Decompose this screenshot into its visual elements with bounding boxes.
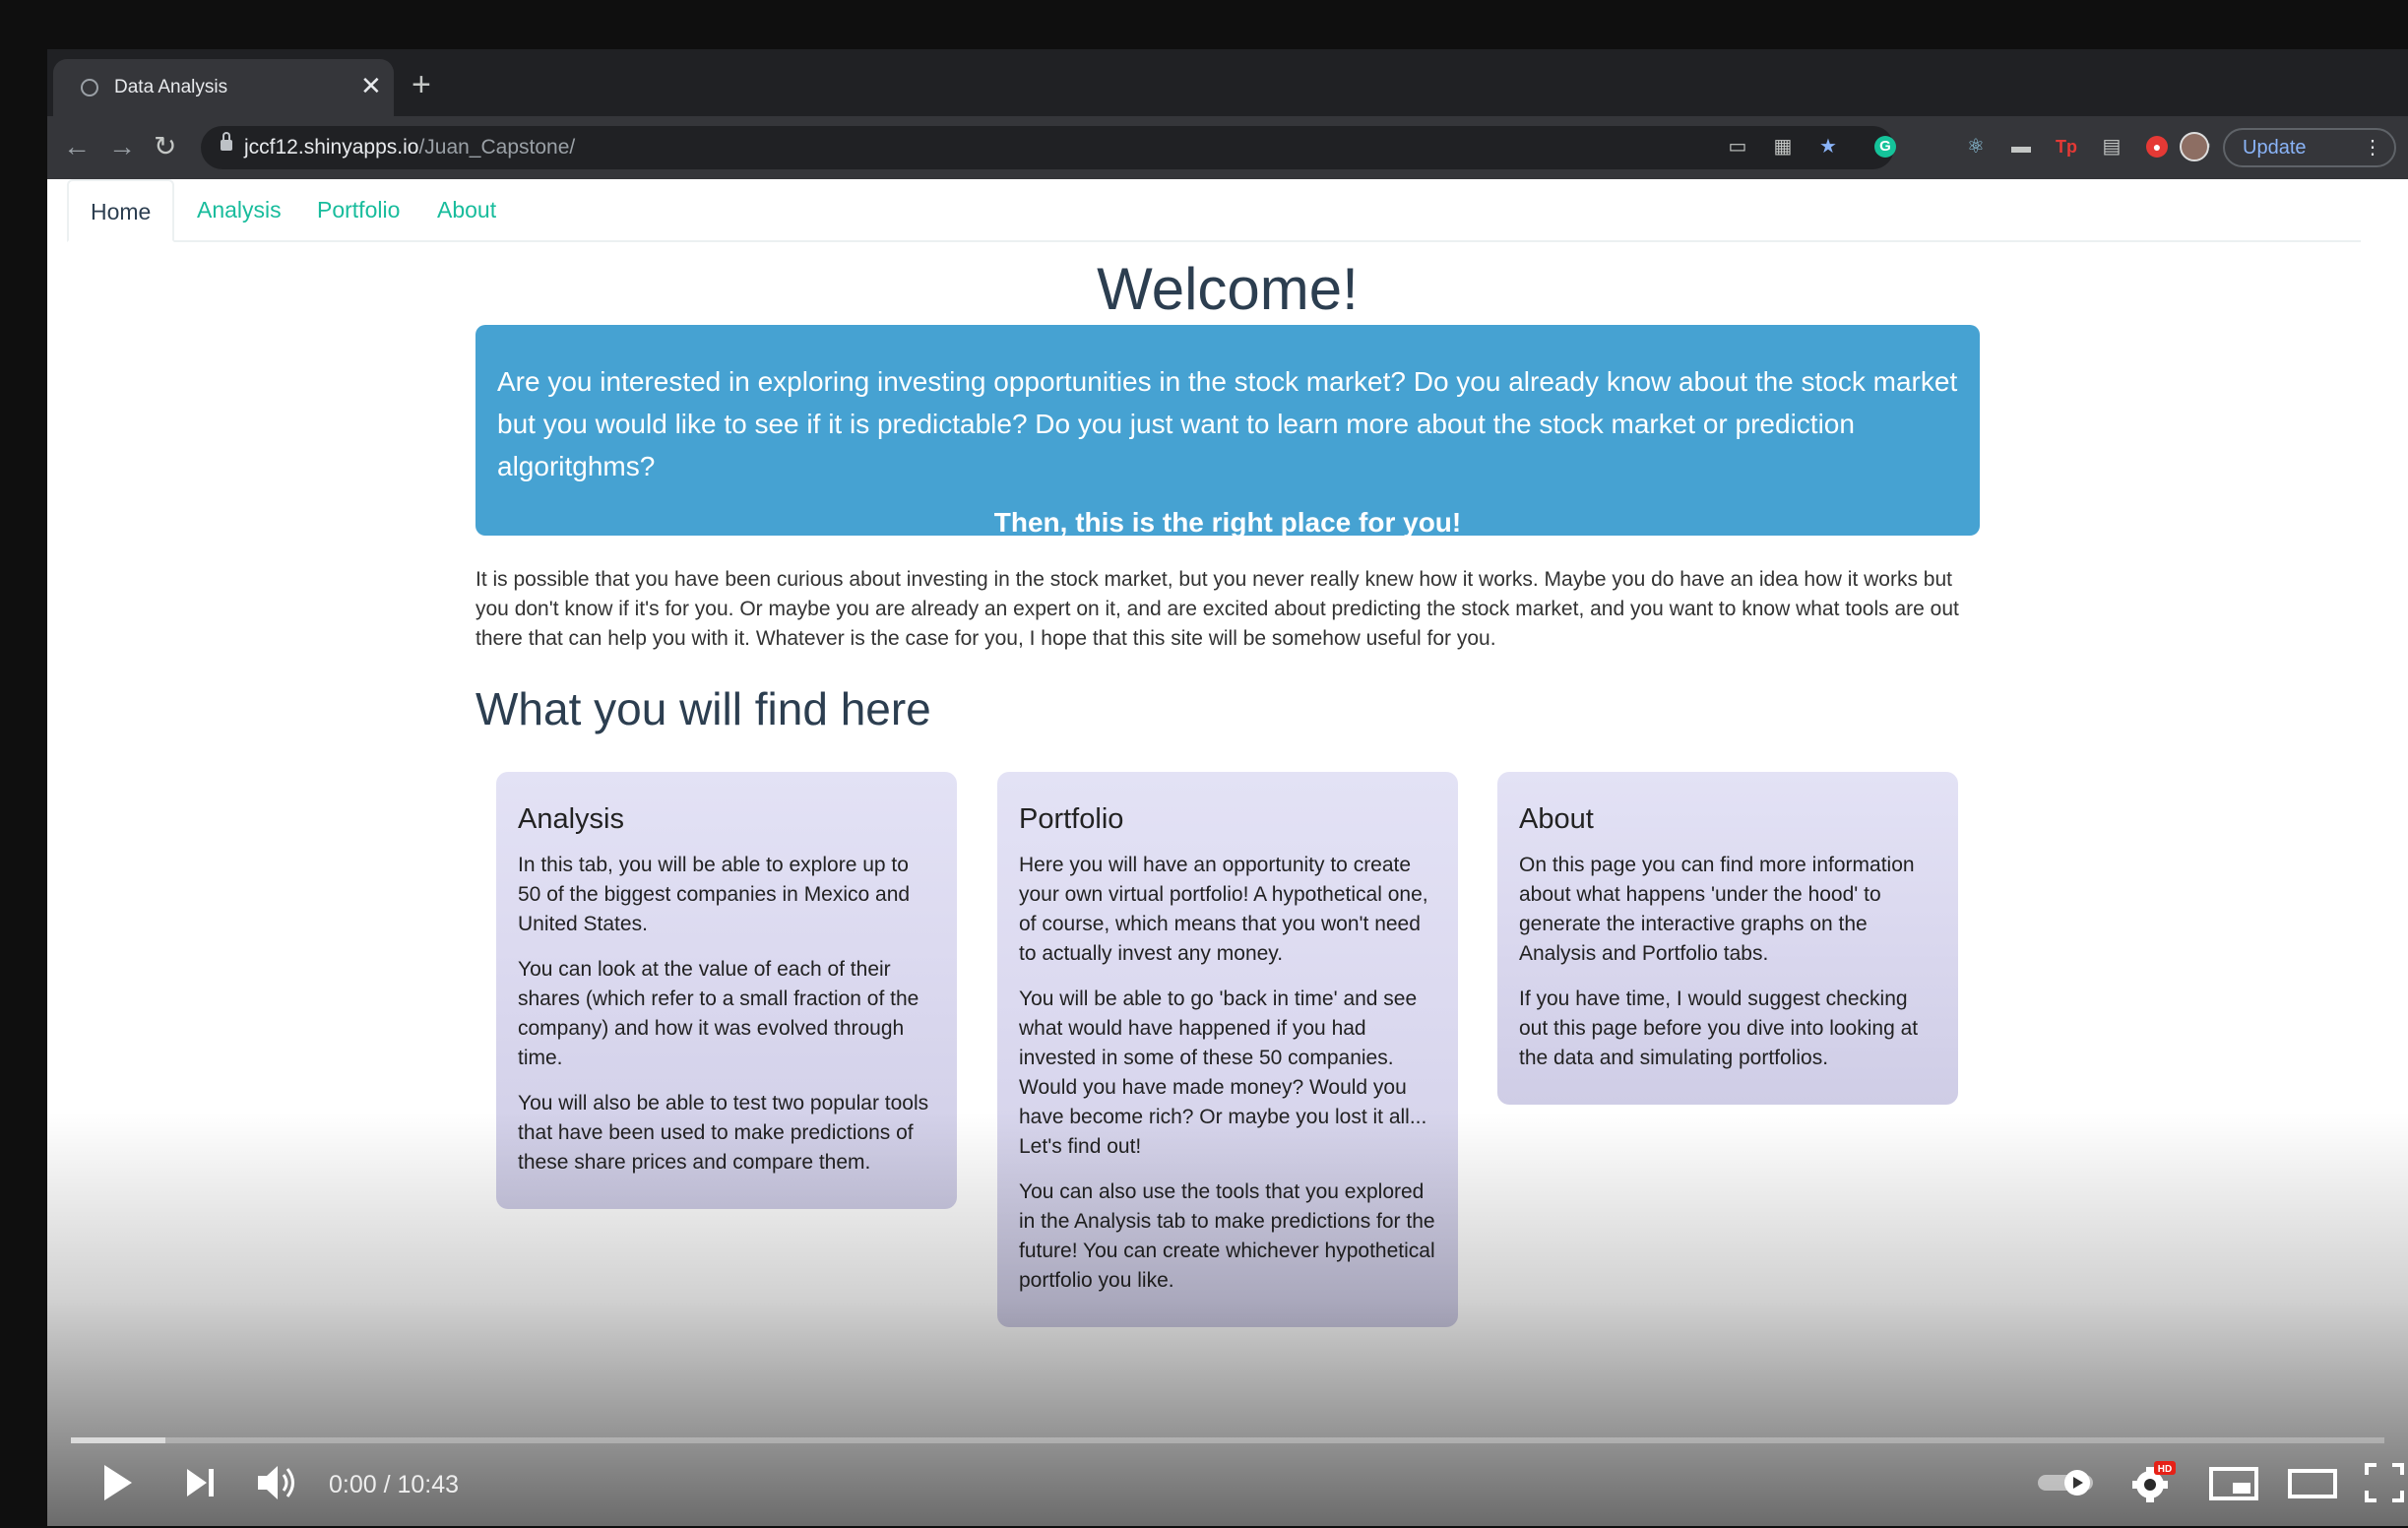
reload-icon[interactable]: ↻ [154, 130, 176, 163]
react-devtools-icon[interactable]: ⚛ [1965, 136, 1987, 158]
qr-code-icon[interactable]: ▦ [1772, 136, 1794, 158]
grammarly-icon[interactable]: G [1874, 136, 1896, 158]
card-analysis: Analysis In this tab, you will be able t… [496, 772, 957, 1209]
tab-title: Data Analysis [114, 77, 228, 97]
card-paragraph: Here you will have an opportunity to cre… [1019, 854, 1428, 965]
intro-paragraph: It is possible that you have been curiou… [475, 568, 1959, 650]
progress-bar[interactable] [71, 1437, 2384, 1443]
hero-banner: Are you interested in exploring investin… [475, 325, 1980, 538]
card-portfolio: Portfolio Here you will have an opportun… [997, 772, 1458, 1327]
url-text: jccf12.shinyapps.io/Juan_Capstone/ [244, 136, 576, 159]
card-paragraph: If you have time, I would suggest checki… [1519, 987, 1919, 1069]
page-title: Welcome! [1097, 256, 1359, 322]
card-title: Analysis [518, 803, 624, 835]
page-navbar: Home Analysis Portfolio About [67, 179, 2361, 242]
card-paragraph: On this page you can find more informati… [1519, 854, 1915, 965]
autoplay-toggle[interactable] [2036, 1461, 2097, 1504]
browser-tab[interactable]: Data Analysis ✕ [53, 59, 394, 116]
card-paragraph: You will be able to go 'back in time' an… [1019, 987, 1427, 1158]
miniplayer-icon[interactable] [2207, 1461, 2260, 1504]
theater-mode-icon[interactable] [2286, 1461, 2339, 1504]
bookmark-star-icon[interactable]: ★ [1817, 136, 1839, 158]
avatar[interactable] [2180, 132, 2209, 161]
tab-close-icon[interactable]: ✕ [360, 71, 382, 100]
tab-analysis[interactable]: Analysis [175, 179, 303, 240]
update-button[interactable]: Update ⋮ [2223, 128, 2396, 167]
document-extension-icon[interactable]: ▤ [2101, 136, 2123, 158]
play-icon[interactable] [96, 1461, 136, 1504]
tab-portfolio[interactable]: Portfolio [295, 179, 421, 240]
settings-icon[interactable]: HD [2128, 1461, 2178, 1504]
address-bar[interactable]: jccf12.shinyapps.io/Juan_Capstone/ [201, 126, 1894, 169]
next-icon[interactable] [181, 1461, 221, 1504]
globe-icon [81, 79, 98, 96]
card-about: About On this page you can find more inf… [1497, 772, 1958, 1105]
forward-icon[interactable]: → [108, 130, 136, 163]
tab-about[interactable]: About [415, 179, 518, 240]
web-page: Home Analysis Portfolio About Welcome! A… [47, 179, 2408, 1526]
browser-toolbar: ← → ↻ jccf12.shinyapps.io/Juan_Capstone/… [47, 116, 2408, 179]
new-tab-button[interactable]: + [412, 65, 431, 104]
volume-icon[interactable] [254, 1461, 303, 1504]
card-title: About [1519, 803, 1594, 835]
back-icon[interactable]: ← [63, 130, 91, 163]
card-paragraph: You will also be able to test two popula… [518, 1092, 929, 1174]
hero-tagline: Then, this is the right place for you! [993, 507, 1462, 538]
printer-extension-icon[interactable]: ▬ [2010, 136, 2032, 158]
progress-buffered [71, 1437, 166, 1443]
video-frame: Data Analysis ✕ + ← → ↻ jccf12.shinyapps… [47, 49, 2408, 1526]
tab-home[interactable]: Home [67, 179, 175, 242]
hd-badge: HD [2158, 1464, 2172, 1475]
hero-question: Are you interested in exploring investin… [497, 366, 1958, 481]
card-paragraph: You can look at the value of each of the… [518, 958, 919, 1069]
fullscreen-icon[interactable] [2363, 1461, 2406, 1504]
cast-icon[interactable]: ▭ [1727, 136, 1748, 158]
card-title: Portfolio [1019, 803, 1124, 835]
tp-extension-icon[interactable]: Tp [2056, 136, 2077, 158]
record-extension-icon[interactable]: ● [2146, 136, 2168, 158]
card-paragraph: You can also use the tools that you expl… [1019, 1180, 1435, 1292]
section-title: What you will find here [475, 683, 931, 734]
time-display: 0:00 / 10:43 [329, 1471, 460, 1498]
browser-tab-strip: Data Analysis ✕ + [47, 49, 2408, 116]
lock-icon [221, 132, 232, 151]
menu-dots-icon[interactable]: ⋮ [2363, 130, 2382, 165]
card-paragraph: In this tab, you will be able to explore… [518, 854, 911, 935]
